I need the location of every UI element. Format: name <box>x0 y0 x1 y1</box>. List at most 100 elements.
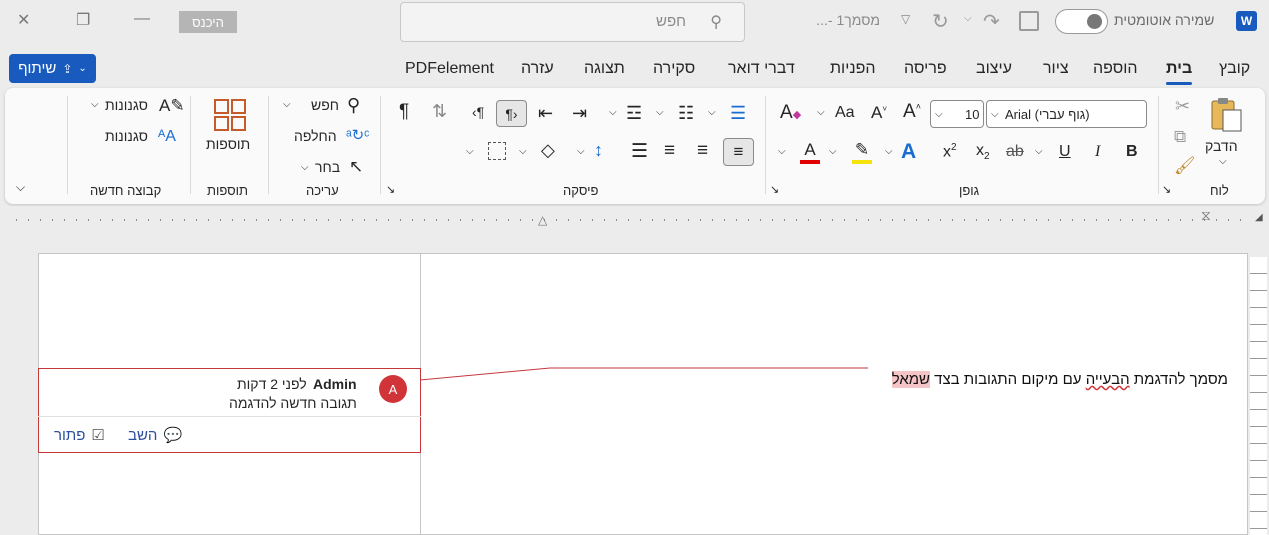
tab-review[interactable]: סקירה <box>653 60 695 78</box>
borders-icon[interactable] <box>488 142 506 160</box>
indent-marker-icon[interactable]: ⧖ <box>1201 207 1211 224</box>
search-box[interactable]: חפש ⚲ <box>400 2 745 42</box>
styles-dropdown-icon[interactable]: ⌵ <box>91 99 99 110</box>
bullets-icon[interactable]: ☰ <box>730 103 746 124</box>
align-right-icon[interactable]: ≡ <box>723 138 754 166</box>
clear-formatting-icon[interactable]: A◆ <box>780 102 801 124</box>
subscript-icon[interactable]: x2 <box>976 142 990 162</box>
font-color-icon[interactable]: A <box>800 140 820 164</box>
select-icon[interactable]: ↖ <box>349 157 363 177</box>
replace-label[interactable]: החלפה <box>294 128 337 144</box>
resolve-button[interactable]: פתור ☑ <box>54 426 105 445</box>
line-spacing-dropdown-icon[interactable]: ⌵ <box>577 146 585 157</box>
numbering-icon[interactable]: ☷ <box>678 103 694 124</box>
misspelled-word[interactable]: הבעייה <box>1086 371 1130 388</box>
signin-button[interactable]: היכנס <box>179 11 237 33</box>
italic-icon[interactable]: I <box>1095 143 1100 161</box>
addins-icon[interactable] <box>212 97 248 133</box>
change-case-dropdown-icon[interactable]: ⌵ <box>817 107 825 118</box>
find-label[interactable]: חפש <box>311 97 339 113</box>
undo-icon[interactable]: ↷ <box>983 9 1000 34</box>
borders-dropdown-icon[interactable]: ⌵ <box>466 146 474 157</box>
paragraph-launcher-icon[interactable]: ↘ <box>386 183 395 196</box>
document-paragraph[interactable]: מסמך להדגמת הבעייה עם מיקום התגובות בצד … <box>862 371 1228 388</box>
ruler-corner-icon[interactable]: ◢ <box>1255 212 1263 223</box>
rtl-paragraph-icon[interactable]: ¶› <box>496 100 527 127</box>
close-icon[interactable]: ✕ <box>17 10 30 30</box>
tab-layout[interactable]: פריסה <box>904 60 947 78</box>
change-case-icon[interactable]: Aa <box>835 104 855 122</box>
find-icon[interactable]: ⚲ <box>347 95 360 116</box>
tab-view[interactable]: תצוגה <box>584 60 625 78</box>
paste-icon[interactable] <box>1208 96 1244 134</box>
tab-pdfelement[interactable]: PDFelement <box>405 60 494 78</box>
tab-references[interactable]: הפניות <box>830 60 876 78</box>
format-painter-icon[interactable]: 🖌 <box>1174 156 1196 176</box>
autosave-toggle[interactable] <box>1055 9 1108 34</box>
share-button[interactable]: שיתוף ⇪ ⌄ <box>9 54 96 83</box>
replace-icon[interactable]: ᵃ↻ᶜ <box>346 126 369 144</box>
paste-dropdown-icon[interactable]: ⌵ <box>1219 156 1227 167</box>
minimize-icon[interactable]: — <box>134 10 150 28</box>
styles-pane-icon[interactable]: ᴬA <box>158 128 176 146</box>
find-dropdown-icon[interactable]: ⌵ <box>283 99 291 110</box>
bold-icon[interactable]: B <box>1126 143 1138 161</box>
redo-dropdown-icon[interactable]: ⌵ <box>964 13 972 24</box>
list-dropdown-icon[interactable]: ⌵ <box>609 107 617 118</box>
font-name-field[interactable]: Arial (גוף עברי) ⌵ <box>986 100 1147 128</box>
underline-dropdown-icon[interactable]: ⌵ <box>1035 146 1043 157</box>
redo-icon[interactable]: ↻ <box>932 9 949 34</box>
superscript-icon[interactable]: x2 <box>943 142 957 161</box>
underline-icon[interactable]: U <box>1059 143 1071 161</box>
align-left-icon[interactable]: ≡ <box>664 140 675 162</box>
commented-text[interactable]: שמאל <box>891 371 931 388</box>
multilevel-dropdown-icon[interactable]: ⌵ <box>656 107 664 118</box>
shrink-font-icon[interactable]: A˅ <box>871 103 887 123</box>
customize-qat-icon[interactable]: ▽ <box>901 12 910 26</box>
save-icon[interactable] <box>1019 11 1039 31</box>
decrease-indent-icon[interactable]: ⇤ <box>538 103 553 124</box>
grow-font-icon[interactable]: A˄ <box>903 101 921 123</box>
ruler-bar[interactable] <box>8 215 1246 225</box>
styles-pen-icon[interactable]: A✎ <box>159 96 185 116</box>
show-marks-icon[interactable]: ¶ <box>399 101 409 123</box>
restore-icon[interactable]: ❐ <box>76 10 90 30</box>
increase-indent-icon[interactable]: ⇥ <box>572 103 587 124</box>
styles-label-2[interactable]: סגנונות <box>105 128 148 144</box>
reply-button[interactable]: השב 💬 <box>128 426 182 445</box>
cut-icon[interactable]: ✂ <box>1175 96 1190 117</box>
align-center-icon[interactable]: ≡ <box>697 140 708 162</box>
line-spacing-icon[interactable]: ↕ <box>594 140 603 161</box>
font-launcher-icon[interactable]: ↘ <box>770 183 779 196</box>
addins-label[interactable]: תוספות <box>206 136 250 152</box>
select-label[interactable]: בחר <box>315 159 340 175</box>
text-direction-dropdown-icon[interactable]: ⌵ <box>778 146 786 157</box>
copy-icon[interactable]: ⧉ <box>1174 127 1186 147</box>
document-title[interactable]: מסמך1 -... <box>780 12 880 28</box>
tab-help[interactable]: עזרה <box>521 60 554 78</box>
sort-icon[interactable]: ⇅ <box>432 101 447 122</box>
tab-home[interactable]: בית <box>1166 60 1193 85</box>
tab-mailings[interactable]: דברי דואר <box>728 60 795 78</box>
tab-insert[interactable]: הוספה <box>1093 60 1138 78</box>
highlight-dropdown-icon[interactable]: ⌵ <box>885 146 893 157</box>
justify-icon[interactable]: ☰ <box>631 140 648 163</box>
shading-dropdown-icon[interactable]: ⌵ <box>519 146 527 157</box>
font-color-dropdown-icon[interactable]: ⌵ <box>829 146 837 157</box>
shading-icon[interactable]: ◇ <box>541 140 555 161</box>
collapse-ribbon-icon[interactable]: ⌵ <box>16 180 25 195</box>
clipboard-launcher-icon[interactable]: ↘ <box>1162 183 1171 196</box>
tab-design[interactable]: עיצוב <box>976 60 1012 78</box>
select-dropdown-icon[interactable]: ⌵ <box>301 162 309 173</box>
numbering-dropdown-icon[interactable]: ⌵ <box>708 107 716 118</box>
tab-draw[interactable]: ציור <box>1043 60 1069 78</box>
ltr-paragraph-icon[interactable]: ‹¶ <box>472 104 484 120</box>
multilevel-list-icon[interactable]: ☲ <box>626 103 642 124</box>
tab-file[interactable]: קובץ <box>1219 60 1250 78</box>
styles-label-1[interactable]: סגנונות <box>105 97 148 113</box>
highlight-color-icon[interactable]: ✎ <box>852 140 872 164</box>
text-effects-icon[interactable]: A <box>901 140 916 164</box>
strikethrough-icon[interactable]: ab <box>1006 143 1024 161</box>
font-size-field[interactable]: 10 ⌵ <box>930 100 984 128</box>
left-indent-marker-icon[interactable]: △ <box>538 213 547 227</box>
